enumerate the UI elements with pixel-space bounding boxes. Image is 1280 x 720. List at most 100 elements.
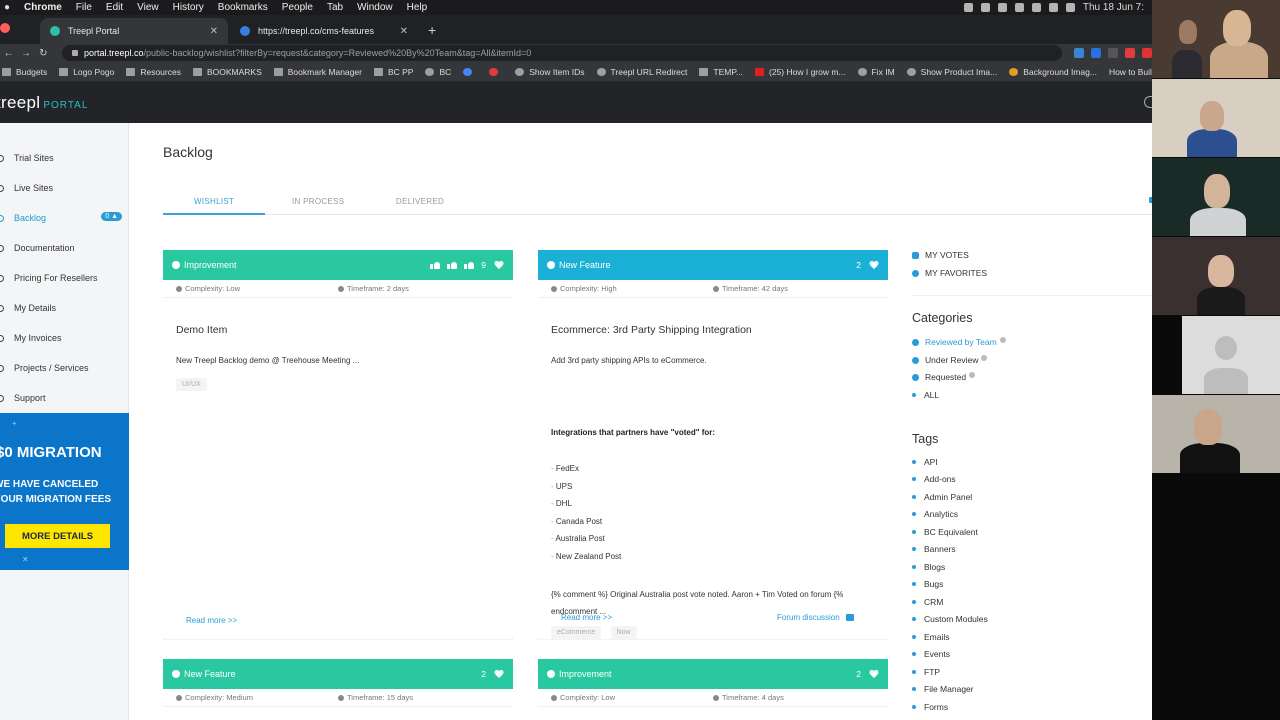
thumbs-up-icon[interactable]: [464, 261, 475, 269]
bookmark[interactable]: How to Build Resp...: [1109, 67, 1152, 77]
menu-history[interactable]: History: [173, 2, 204, 13]
power-icon[interactable]: [1144, 96, 1152, 108]
sidebar-item-live-sites[interactable]: Live Sites: [0, 173, 128, 203]
heart-icon[interactable]: [869, 261, 879, 270]
heart-icon[interactable]: [869, 670, 879, 679]
category-under-review[interactable]: Under Review: [912, 354, 988, 365]
bookmark[interactable]: Show Item IDs: [515, 67, 585, 77]
extension-icon[interactable]: [1124, 48, 1135, 58]
sidebar-item-support[interactable]: Support: [0, 383, 128, 413]
status-icon[interactable]: [1031, 3, 1041, 12]
tag-filter[interactable]: CRM3: [912, 597, 1180, 607]
forum-discussion-link[interactable]: Forum discussion: [777, 613, 854, 622]
bookmark[interactable]: Fix IM: [857, 67, 895, 77]
bookmark[interactable]: [489, 67, 503, 76]
category-reviewed-by-team[interactable]: Reviewed by Team: [912, 336, 1006, 347]
treepl-logo[interactable]: treepl PORTAL: [0, 93, 88, 113]
tag-filter[interactable]: FTP1: [912, 667, 1180, 677]
tag-filter[interactable]: File Manager1: [912, 684, 1180, 694]
help-icon[interactable]: [969, 371, 976, 378]
extension-icon[interactable]: [1141, 48, 1152, 58]
apple-icon[interactable]: ●: [4, 2, 14, 13]
lock-icon[interactable]: [71, 50, 78, 56]
my-votes-link[interactable]: MY VOTES: [912, 250, 969, 260]
thumbs-up-icon[interactable]: [430, 261, 441, 269]
card-title[interactable]: Demo Item: [176, 324, 227, 336]
tag-filter[interactable]: Analytics3: [912, 509, 1180, 519]
menu-view[interactable]: View: [137, 2, 159, 13]
tab-in-process[interactable]: IN PROCESS: [292, 197, 344, 206]
thumbs-up-icon[interactable]: [447, 261, 458, 269]
bookmark[interactable]: (25) How I grow m...: [755, 67, 846, 77]
bookmark[interactable]: BC PP: [373, 67, 413, 77]
tag-chip[interactable]: eCommerce: [551, 626, 602, 639]
tab-wishlist[interactable]: WISHLIST: [194, 197, 234, 206]
tag-chip[interactable]: Now: [610, 626, 637, 639]
sidebar-item-my-details[interactable]: My Details: [0, 293, 128, 323]
close-tab-icon[interactable]: ✕: [400, 26, 408, 37]
my-favorites-link[interactable]: MY FAVORITES: [912, 268, 987, 278]
status-icon[interactable]: [997, 3, 1007, 12]
tag-filter[interactable]: Banners0: [912, 544, 1180, 554]
menu-edit[interactable]: Edit: [106, 2, 123, 13]
extension-icon[interactable]: [1107, 48, 1118, 58]
menu-window[interactable]: Window: [357, 2, 393, 13]
tag-filter[interactable]: Admin Panel15: [912, 492, 1180, 502]
forward-icon[interactable]: →: [17, 48, 34, 59]
more-details-button[interactable]: MORE DETAILS: [5, 524, 110, 548]
volume-icon[interactable]: [1065, 3, 1075, 12]
help-icon[interactable]: [981, 354, 988, 361]
menu-app[interactable]: Chrome: [24, 2, 62, 13]
help-icon[interactable]: [999, 336, 1006, 343]
browser-tab-active[interactable]: Treepl Portal ✕: [40, 18, 228, 44]
close-tab-icon[interactable]: ✕: [210, 26, 218, 37]
status-icon[interactable]: [980, 3, 990, 12]
bookmark[interactable]: Bookmark Manager: [273, 67, 362, 77]
tag-filter[interactable]: Bugs1: [912, 579, 1180, 589]
read-more-link[interactable]: Read more >>: [561, 613, 612, 622]
sidebar-item-my-invoices[interactable]: My Invoices: [0, 323, 128, 353]
backlog-card[interactable]: Improvement 2 Complexity: Low Timeframe:…: [538, 659, 888, 707]
menubar-clock[interactable]: Thu 18 Jun 7:: [1083, 2, 1144, 13]
bookmark[interactable]: Logo Pogo: [59, 67, 114, 77]
bookmark[interactable]: Show Product Ima...: [906, 67, 997, 77]
menu-bookmarks[interactable]: Bookmarks: [218, 2, 268, 13]
tag-filter[interactable]: Blogs4: [912, 562, 1180, 572]
address-bar[interactable]: portal.treepl.co /public-backlog/wishlis…: [61, 45, 1062, 61]
heart-icon[interactable]: [494, 261, 504, 270]
close-window-icon[interactable]: [0, 23, 10, 33]
bookmark[interactable]: Background Imag...: [1009, 67, 1097, 77]
card-title[interactable]: Ecommerce: 3rd Party Shipping Integratio…: [551, 324, 752, 336]
tag-filter-api[interactable]: API: [912, 457, 1152, 467]
sidebar-item-backlog[interactable]: Backlog 0 ▲: [0, 203, 128, 233]
back-icon[interactable]: ←: [0, 48, 17, 59]
bookmark[interactable]: BC: [425, 67, 451, 77]
backlog-card[interactable]: New Feature 2 Complexity: Medium Timefra…: [163, 659, 513, 707]
browser-tab[interactable]: https://treepl.co/cms-features ✕: [230, 18, 418, 44]
category-all[interactable]: ALL: [912, 390, 939, 400]
tag-filter[interactable]: Forms8: [912, 702, 1180, 712]
tag-filter[interactable]: Emails7: [912, 632, 1180, 642]
tag-filter[interactable]: Events3: [912, 649, 1180, 659]
status-icon[interactable]: [963, 3, 973, 12]
bookmark[interactable]: Resources: [126, 67, 181, 77]
reload-icon[interactable]: ↻: [35, 48, 52, 59]
sidebar-item-documentation[interactable]: Documentation: [0, 233, 128, 263]
bookmark[interactable]: TEMP...: [699, 67, 743, 77]
wifi-icon[interactable]: [1048, 3, 1058, 12]
category-requested[interactable]: Requested: [912, 371, 976, 382]
tag-filter[interactable]: BC Equivalent9: [912, 527, 1180, 537]
tag-chip[interactable]: UI/UX: [176, 378, 207, 391]
menu-help[interactable]: Help: [407, 2, 428, 13]
heart-icon[interactable]: [494, 670, 504, 679]
bookmark[interactable]: Treepl URL Redirect: [596, 67, 687, 77]
bookmark[interactable]: [463, 67, 477, 76]
bookmark[interactable]: Budgets: [2, 67, 47, 77]
backlog-card[interactable]: Improvement 9 Complexity: Low Timeframe:…: [163, 250, 513, 638]
menu-tab[interactable]: Tab: [327, 2, 343, 13]
read-more-link[interactable]: Read more >>: [186, 616, 237, 625]
sidebar-item-projects[interactable]: Projects / Services: [0, 353, 128, 383]
sidebar-item-pricing[interactable]: Pricing For Resellers: [0, 263, 128, 293]
extension-icon[interactable]: [1073, 48, 1084, 58]
sidebar-item-trial-sites[interactable]: Trial Sites: [0, 143, 128, 173]
